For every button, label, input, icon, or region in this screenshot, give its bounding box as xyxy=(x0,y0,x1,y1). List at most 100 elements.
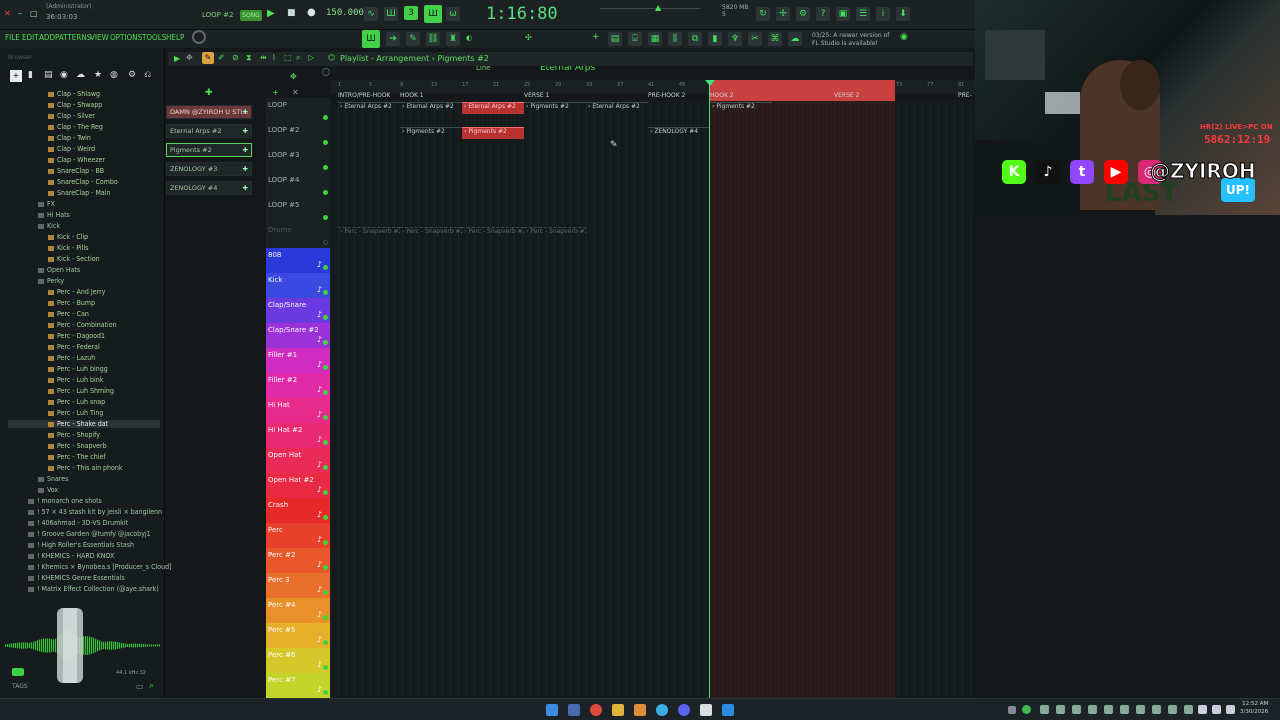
update-news[interactable]: 03/25: A newer version of FL Studio is a… xyxy=(812,32,912,48)
browser-file[interactable]: Perc - Lazuh xyxy=(48,354,95,362)
taskbar-clock[interactable]: 12:52 AM 3/30/2026 xyxy=(1240,700,1268,716)
menu-patterns[interactable]: PATTERNS xyxy=(55,33,91,42)
pattern-clip[interactable]: › ZENOLOGY #4 xyxy=(648,127,710,139)
piano-roll-icon[interactable]: ⌸ xyxy=(628,32,642,46)
browser-folder[interactable]: FX xyxy=(38,200,55,208)
menu-help[interactable]: HELP xyxy=(166,33,184,42)
link-icon[interactable]: ⛓ xyxy=(426,32,440,46)
track-add-icon[interactable]: + xyxy=(272,88,279,97)
pattern-clip[interactable]: › Perc - Snapverb #2 xyxy=(400,227,462,239)
plugin-icon[interactable]: ⚙ xyxy=(796,7,810,21)
track-header[interactable]: Perc #2 ♪ xyxy=(266,548,330,573)
browser-file[interactable]: Perc - The chief xyxy=(48,453,106,461)
pattern-prev-icon[interactable]: ✣ xyxy=(525,33,532,42)
pattern-drag-icon[interactable]: ✚ xyxy=(243,106,248,118)
chrome-icon[interactable] xyxy=(590,704,602,716)
mixer-icon[interactable]: ✢ xyxy=(776,7,790,21)
pattern-drag-icon[interactable]: ✚ xyxy=(243,163,248,175)
play-icon[interactable]: ▶ xyxy=(267,8,275,19)
pattern-clip[interactable]: › Pigments #2 xyxy=(710,102,772,114)
track-mute-led[interactable] xyxy=(323,340,328,345)
countdown-icon[interactable]: 3 xyxy=(404,6,418,20)
star-icon[interactable]: ★ xyxy=(94,70,102,80)
step-edit-icon[interactable]: Ш xyxy=(424,5,442,23)
menu-view[interactable]: VIEW xyxy=(90,33,109,42)
track-header[interactable]: Filler #1 ♪ xyxy=(266,348,330,373)
browser-file[interactable]: SnareClap - BB xyxy=(48,167,104,175)
browser-folder[interactable]: ! monarch one shots xyxy=(28,497,102,505)
zoom-tool-icon[interactable]: ⌕ xyxy=(296,53,300,63)
battery-icon[interactable] xyxy=(1226,705,1235,714)
browser-file[interactable]: Clap - Silver xyxy=(48,112,95,120)
record-browse-icon[interactable]: ◉ xyxy=(60,70,68,80)
chrome-alt-icon[interactable] xyxy=(656,704,668,716)
close-icon[interactable]: ✕ xyxy=(4,9,11,18)
record-icon[interactable]: ● xyxy=(307,7,316,18)
download-icon[interactable]: ⬇ xyxy=(896,7,910,21)
pattern-item[interactable]: Pigments #2 ✚ xyxy=(166,143,252,157)
pattern-mode-icon[interactable]: Ш xyxy=(362,30,380,48)
select-tool-icon[interactable]: ⬚ xyxy=(284,53,292,62)
pattern-item[interactable]: Eternal Arps #2 ✚ xyxy=(166,124,252,138)
stamp-icon[interactable]: ♜ xyxy=(446,32,460,46)
track-header[interactable]: Filler #2 ♪ xyxy=(266,373,330,398)
playhead-marker-icon[interactable] xyxy=(705,80,715,86)
menu-edit[interactable]: EDIT xyxy=(22,33,39,42)
track-mute-led[interactable] xyxy=(323,240,328,245)
browser-folder[interactable]: ! Matrix Effect Collection (@aye.shark) xyxy=(28,585,159,593)
playlist-arrow-icon[interactable]: ▶ xyxy=(174,54,180,63)
gear-icon[interactable]: ⚙ xyxy=(128,70,136,80)
browser-file[interactable]: Perc - Combination xyxy=(48,321,117,329)
tray-app1-icon[interactable] xyxy=(1040,705,1049,714)
pattern-clip[interactable]: › Eternal Arps #2 xyxy=(400,102,462,114)
track-header[interactable]: Open Hat ♪ xyxy=(266,448,330,473)
pattern-clip[interactable]: › Perc - Snapverb #2 xyxy=(462,227,524,239)
wrench-icon[interactable]: ✂ xyxy=(748,32,762,46)
track-header[interactable]: LOOP xyxy=(266,98,330,123)
magnet-icon[interactable]: ◐ xyxy=(466,34,472,42)
browser-folder[interactable]: ! KHEMICS - HARD KNOX xyxy=(28,552,114,560)
browser-folder[interactable]: ! Khemics × Bynobea.s [Producer_s Cloud] xyxy=(28,563,172,571)
track-header[interactable]: 808 ♪ xyxy=(266,248,330,273)
tray-app4-icon[interactable] xyxy=(1088,705,1097,714)
menu-tools[interactable]: TOOLS xyxy=(142,33,166,42)
track-mute-led[interactable] xyxy=(323,490,328,495)
track-header[interactable]: Clap/Snare ♪ xyxy=(266,298,330,323)
track-mute-led[interactable] xyxy=(323,215,328,220)
tray-app5-icon[interactable] xyxy=(1104,705,1113,714)
track-header[interactable]: LOOP #4 xyxy=(266,173,330,198)
track-mute-led[interactable] xyxy=(323,690,328,695)
playlist-option-icon[interactable] xyxy=(322,68,330,76)
browser-file[interactable]: Perc - Snapverb xyxy=(48,442,107,450)
pattern-clip[interactable]: › Pigments #2 xyxy=(462,127,524,139)
browser-file[interactable]: Perc - Federal xyxy=(48,343,100,351)
browser-add-icon[interactable]: + xyxy=(10,70,22,82)
track-mute-led[interactable] xyxy=(323,115,328,120)
discord-icon[interactable] xyxy=(678,704,690,716)
track-mute-led[interactable] xyxy=(323,265,328,270)
browser-folder[interactable]: Open Hats xyxy=(38,266,80,274)
track-mute-led[interactable] xyxy=(323,390,328,395)
playlist-collapse-icon[interactable]: ✥ xyxy=(290,72,297,81)
snap-icon[interactable]: ⌬ xyxy=(328,53,335,62)
track-mute-led[interactable] xyxy=(323,440,328,445)
draw-tool-icon[interactable]: ✎ xyxy=(202,52,214,64)
browser-file[interactable]: Clap - Weird xyxy=(48,145,95,153)
channel-icon[interactable]: ▦ xyxy=(648,32,662,46)
brush-icon[interactable]: ✎ xyxy=(406,32,420,46)
menu-file[interactable]: FILE xyxy=(5,33,20,42)
tray-xbox-icon[interactable] xyxy=(1022,705,1031,714)
pattern-picker-icon[interactable]: ✚ xyxy=(205,88,213,98)
pattern-clip[interactable]: › Pigments #2 xyxy=(400,127,462,139)
cloud-browse-icon[interactable]: ☁ xyxy=(76,70,85,80)
arrangement-marker[interactable]: PRE- xyxy=(958,92,972,99)
track-mute-led[interactable] xyxy=(323,590,328,595)
preview-play-icon[interactable] xyxy=(12,668,24,676)
track-header[interactable]: LOOP #5 xyxy=(266,198,330,223)
mixer-view-icon[interactable]: ⫼ xyxy=(668,32,682,46)
pattern-item[interactable]: DAMN @ZYIROH U STI... ✚ xyxy=(166,105,252,119)
browser-file[interactable]: Perc - Luh Shming xyxy=(48,387,114,395)
browser-file[interactable]: SnareClap - Combo xyxy=(48,178,118,186)
browser-file[interactable]: Perc - Luh snap xyxy=(48,398,105,406)
cloud-icon[interactable]: ☁ xyxy=(788,32,802,46)
